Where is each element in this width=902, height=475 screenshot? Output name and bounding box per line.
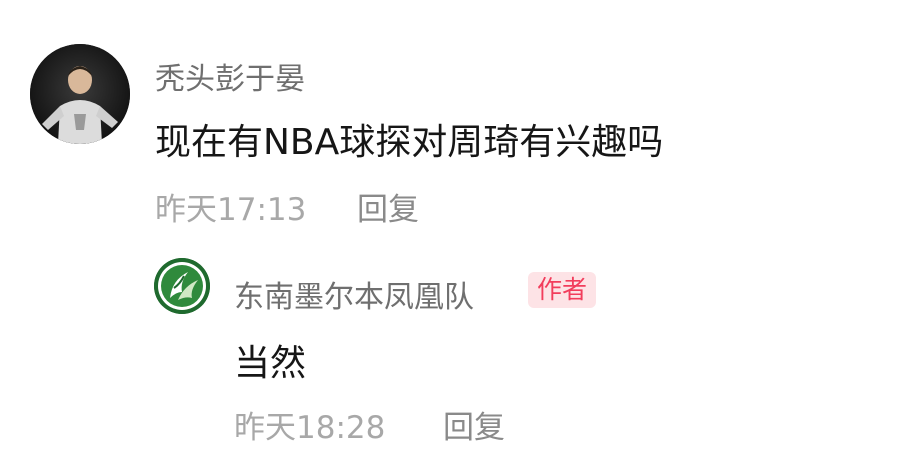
reply-reply-button[interactable]: 回复 (443, 402, 505, 447)
author-badge: 作者 (528, 272, 597, 308)
commenter-photo (30, 44, 130, 144)
phoenix-logo-icon (154, 258, 210, 314)
commenter-avatar[interactable] (30, 44, 130, 144)
comment-reply-button[interactable]: 回复 (357, 184, 419, 229)
comment-thread: 秃头彭于晏 现在有NBA球探对周琦有兴趣吗 昨天17:13 回复 东南墨尔本凤凰… (0, 0, 902, 475)
comment-timestamp: 昨天17:13 (155, 192, 307, 228)
comment-text: 现在有NBA球探对周琦有兴趣吗 (155, 122, 664, 163)
author-username[interactable]: 东南墨尔本凤凰队 (234, 272, 474, 316)
author-avatar[interactable] (154, 258, 210, 314)
commenter-username[interactable]: 秃头彭于晏 (155, 54, 305, 98)
reply-text: 当然 (234, 343, 307, 384)
reply-timestamp: 昨天18:28 (234, 410, 386, 446)
